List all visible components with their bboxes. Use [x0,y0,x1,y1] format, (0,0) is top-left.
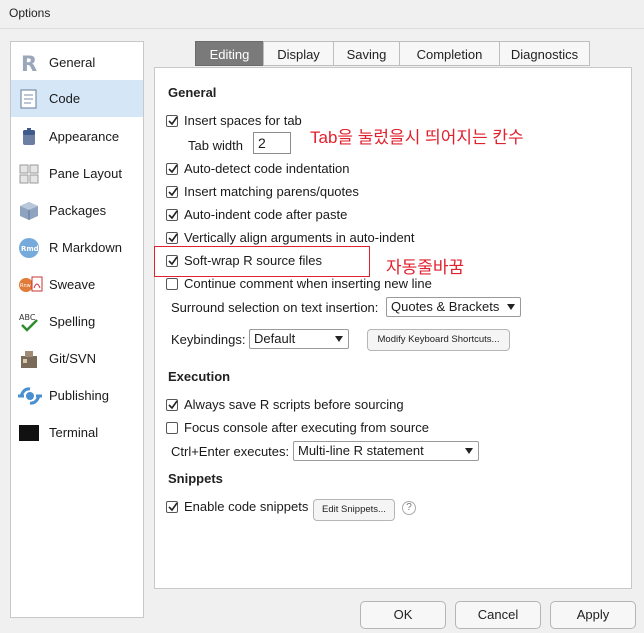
sidebar-item-label: General [49,55,96,70]
svg-text:Rmd: Rmd [21,245,39,253]
sidebar-item-label: Packages [49,203,107,218]
soft-wrap-checkbox[interactable] [166,255,178,267]
dropdown-arrow-icon [507,304,515,310]
ctrl-enter-label: Ctrl+Enter executes: [171,444,290,459]
sidebar-item-packages[interactable]: Packages [11,192,143,229]
always-save-label: Always save R scripts before sourcing [184,397,404,412]
tab-saving[interactable]: Saving [333,41,400,66]
auto-detect-label: Auto-detect code indentation [184,161,350,176]
cancel-button[interactable]: Cancel [455,601,541,629]
tab-width-label: Tab width [188,138,243,153]
help-icon[interactable]: ? [402,501,416,515]
package-box-icon [18,200,40,222]
tab-width-annotation: Tab을 눌렀을시 띄어지는 칸수 [310,128,524,147]
svg-text:ABC: ABC [19,313,36,322]
ctrl-enter-value: Multi-line R statement [298,443,424,458]
code-document-icon [18,88,40,110]
sidebar-item-code[interactable]: Code [11,80,143,117]
auto-indent-checkbox[interactable] [166,209,178,221]
sidebar-item-label: Sweave [49,277,96,292]
matching-parens-label: Insert matching parens/quotes [184,184,359,199]
sweave-pdf-icon: Rnw [18,274,43,296]
auto-detect-checkbox[interactable] [166,163,178,175]
surround-selection-label: Surround selection on text insertion: [171,300,379,315]
keybindings-select[interactable]: Default [249,329,349,349]
abc-check-icon: ABC [18,311,40,333]
focus-console-label: Focus console after executing from sourc… [184,420,429,435]
keybindings-value: Default [254,331,296,346]
rmd-icon: Rmd [18,237,40,259]
tab-diagnostics[interactable]: Diagnostics [499,41,590,66]
ok-button[interactable]: OK [360,601,446,629]
tab-completion[interactable]: Completion [399,41,500,66]
title-bar: Options [0,0,644,29]
vertical-align-label: Vertically align arguments in auto-inden… [184,230,415,245]
window-title: Options [9,6,51,20]
surround-selection-select[interactable]: Quotes & Brackets [386,297,521,317]
dropdown-arrow-icon [465,448,473,454]
options-sidebar: R General Code Appearance Pane Layout Pa… [10,41,144,618]
sidebar-item-spelling[interactable]: ABC Spelling [11,303,143,340]
snippets-heading: Snippets [168,471,223,486]
insert-spaces-label: Insert spaces for tab [184,113,302,128]
always-save-checkbox[interactable] [166,399,178,411]
r-logo-icon: R [18,52,40,76]
publish-icon [18,385,42,407]
tab-width-input[interactable]: 2 [253,132,291,154]
edit-snippets-button[interactable]: Edit Snippets... [313,499,395,521]
sidebar-item-appearance[interactable]: Appearance [11,118,143,155]
execution-heading: Execution [168,369,231,384]
soft-wrap-label: Soft-wrap R source files [184,253,322,268]
modify-shortcuts-button[interactable]: Modify Keyboard Shortcuts... [367,329,510,351]
continue-comment-checkbox[interactable] [166,278,178,290]
matching-parens-checkbox[interactable] [166,186,178,198]
enable-snippets-label: Enable code snippets [184,499,309,514]
enable-snippets-checkbox[interactable] [166,501,178,513]
sidebar-item-label: R Markdown [49,240,122,255]
sidebar-item-label: Git/SVN [49,351,96,366]
keybindings-label: Keybindings: [171,332,246,347]
continue-comment-label: Continue comment when inserting new line [184,276,432,291]
sidebar-item-label: Spelling [49,314,96,329]
general-heading: General [168,85,217,100]
sidebar-item-publishing[interactable]: Publishing [11,377,143,414]
sidebar-item-sweave[interactable]: Rnw Sweave [11,266,143,303]
dropdown-arrow-icon [335,336,343,342]
ctrl-enter-select[interactable]: Multi-line R statement [293,441,479,461]
sidebar-item-terminal[interactable]: Terminal [11,414,143,451]
sidebar-item-label: Appearance [49,129,120,144]
pane-grid-icon [18,163,40,185]
surround-selection-value: Quotes & Brackets [391,299,500,314]
sidebar-item-r-markdown[interactable]: Rmd R Markdown [11,229,143,266]
insert-spaces-checkbox[interactable] [166,115,178,127]
sidebar-item-git-svn[interactable]: Git/SVN [11,340,143,377]
paint-bucket-icon [18,126,40,148]
sidebar-item-pane-layout[interactable]: Pane Layout [11,155,143,192]
svg-text:R: R [21,52,37,74]
svg-text:Rnw: Rnw [20,283,31,289]
auto-indent-label: Auto-indent code after paste [184,207,348,222]
terminal-icon [18,422,40,444]
git-icon [18,348,40,370]
sidebar-item-general[interactable]: R General [11,44,143,81]
sidebar-item-label: Pane Layout [49,166,123,181]
apply-button[interactable]: Apply [550,601,636,629]
tab-display[interactable]: Display [263,41,334,66]
sidebar-item-label: Publishing [49,388,109,403]
sidebar-item-label: Terminal [49,425,99,440]
sidebar-item-label: Code [49,91,81,106]
vertical-align-checkbox[interactable] [166,232,178,244]
tab-editing[interactable]: Editing [195,41,264,66]
soft-wrap-annotation: 자동줄바꿈 [386,258,465,277]
focus-console-checkbox[interactable] [166,422,178,434]
